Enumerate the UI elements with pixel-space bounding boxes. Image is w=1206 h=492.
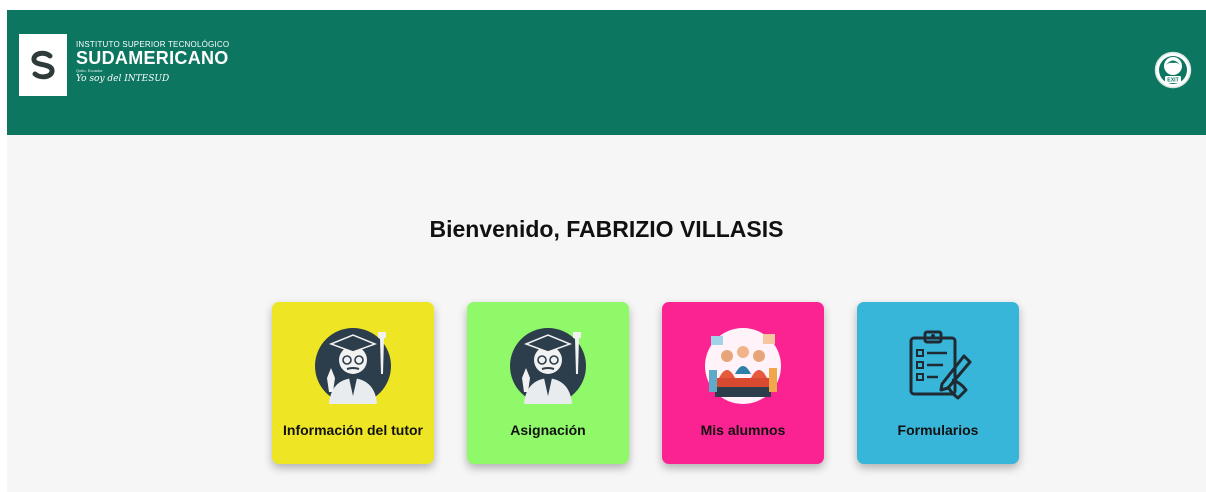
students-icon <box>705 328 781 404</box>
card-tutor-info[interactable]: Información del tutor <box>272 302 434 464</box>
card-my-students[interactable]: Mis alumnos <box>662 302 824 464</box>
card-forms[interactable]: Formularios <box>857 302 1019 464</box>
card-label: Formularios <box>897 422 979 438</box>
card-label: Asignación <box>510 422 586 438</box>
exit-icon: EXIT <box>1154 51 1192 89</box>
clipboard-form-icon <box>909 330 972 400</box>
exit-button[interactable]: EXIT <box>1154 51 1192 89</box>
logo-text: INSTITUTO SUPERIOR TECNOLÓGICO SUDAMERIC… <box>76 40 229 85</box>
top-header: INSTITUTO SUPERIOR TECNOLÓGICO SUDAMERIC… <box>7 10 1206 135</box>
card-label: Mis alumnos <box>700 422 786 438</box>
logo[interactable] <box>19 34 67 96</box>
card-label: Información del tutor <box>283 422 423 438</box>
exit-text: EXIT <box>1167 78 1179 84</box>
card-assignment[interactable]: Asignación <box>467 302 629 464</box>
logo-s-icon <box>31 50 55 80</box>
welcome-title: Bienvenido, FABRIZIO VILLASIS <box>429 216 784 242</box>
page-frame: INSTITUTO SUPERIOR TECNOLÓGICO SUDAMERIC… <box>7 10 1206 492</box>
institute-slogan: Yo soy del INTESUD <box>76 74 170 84</box>
tutor-icon <box>510 328 586 404</box>
institute-name: SUDAMERICANO <box>76 48 229 68</box>
institute-city: Quito, Ecuador <box>76 68 103 73</box>
tutor-icon <box>315 328 391 404</box>
